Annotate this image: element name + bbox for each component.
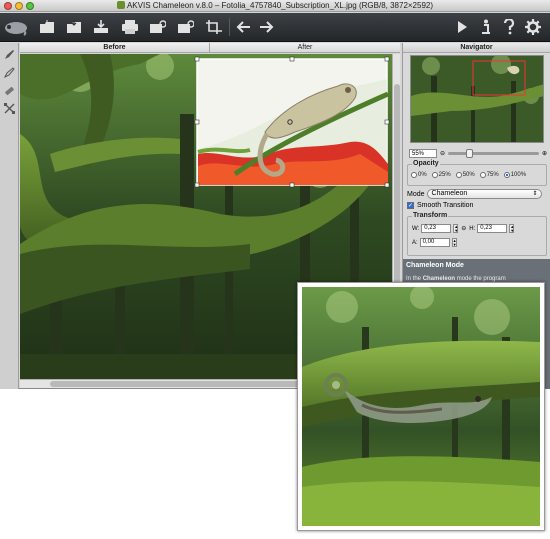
opacity-option-label: 50% — [462, 172, 475, 178]
mode-label: Mode — [407, 190, 425, 198]
opacity-option[interactable]: 25% — [431, 172, 451, 178]
opacity-label: Opacity — [412, 160, 440, 167]
redo-button[interactable] — [257, 17, 277, 37]
eraser-tool[interactable] — [2, 65, 17, 79]
save-icon — [67, 20, 81, 33]
smooth-transition-label: Smooth Transition — [417, 202, 474, 209]
navigator-title: Navigator — [403, 43, 550, 53]
pencil-tool[interactable] — [2, 83, 17, 97]
mode-row: Mode Chameleon — [407, 189, 542, 199]
toolbar-separator — [229, 18, 230, 36]
open-icon — [40, 20, 54, 33]
vertical-scroll-thumb[interactable] — [394, 84, 400, 284]
zoom-slider[interactable] — [448, 149, 539, 158]
help-icon — [503, 19, 515, 35]
angle-stepper[interactable]: ▲ ▼ — [451, 238, 457, 247]
opacity-option[interactable]: 100% — [503, 172, 527, 178]
run-icon — [458, 21, 467, 33]
height-field[interactable]: 0,23 — [477, 224, 508, 233]
opacity-option-label: 0% — [418, 172, 427, 178]
chameleon-logo-icon — [3, 17, 29, 37]
angle-field[interactable]: 0,00 — [419, 238, 450, 247]
opacity-radio[interactable] — [503, 172, 510, 178]
opacity-option[interactable]: 50% — [455, 172, 475, 178]
width-field[interactable]: 0,23 — [421, 224, 452, 233]
undo-button[interactable] — [233, 17, 253, 37]
help-title: Chameleon Mode — [403, 259, 550, 273]
print-button[interactable] — [120, 17, 140, 37]
selection-brush-tool[interactable] — [2, 47, 17, 61]
opacity-radio[interactable] — [411, 172, 417, 178]
width-stepper[interactable]: ▲ ▼ — [453, 224, 459, 233]
save-button[interactable] — [64, 17, 84, 37]
opacity-radio[interactable] — [431, 172, 438, 178]
gear-icon — [525, 19, 541, 35]
download-icon — [94, 20, 108, 33]
zoom-out-icon[interactable]: ⊖ — [440, 150, 445, 157]
settings-share-icon — [178, 20, 194, 33]
transform-tool[interactable] — [2, 101, 17, 115]
tab-after[interactable]: After — [210, 43, 400, 53]
tab-before[interactable]: Before — [20, 43, 210, 53]
smooth-transition-row[interactable]: ✓ Smooth Transition — [407, 202, 473, 209]
transform-label: Transform — [412, 212, 449, 219]
info-button[interactable] — [476, 17, 496, 37]
settings-share-icon — [150, 20, 166, 33]
horizontal-scroll-thumb[interactable] — [50, 381, 330, 387]
back-arrow-icon — [236, 21, 250, 33]
pencil-icon — [5, 86, 14, 95]
zoom-in-icon[interactable]: ⊕ — [542, 150, 547, 157]
window-title-text: AKVIS Chameleon v.8.0 – Fotolia_4757840_… — [126, 1, 434, 10]
width-label: W: — [412, 225, 420, 232]
navigator-preview[interactable] — [410, 55, 544, 143]
result-image — [302, 287, 540, 526]
forward-arrow-icon — [260, 21, 274, 33]
angle-label: A: — [412, 239, 418, 246]
opacity-radio[interactable] — [455, 172, 462, 178]
title-bar: AKVIS Chameleon v.8.0 – Fotolia_4757840_… — [0, 0, 550, 12]
print-icon — [122, 20, 138, 34]
share-settings-button[interactable] — [148, 17, 168, 37]
open-button[interactable] — [37, 17, 57, 37]
opacity-option-label: 25% — [438, 172, 451, 178]
transform-angle-row: A: 0,00 ▲ ▼ — [412, 238, 457, 247]
zoom-row: 55% ⊖ ⊕ — [409, 148, 547, 159]
transform-icon — [4, 102, 15, 114]
result-photo — [297, 282, 545, 531]
selection-brush-icon — [5, 49, 14, 59]
crop-button[interactable] — [204, 17, 224, 37]
transform-wh-row: W: 0,23 ▲ ▼ ⊖ H: 0,23 ▲ ▼ — [412, 224, 515, 233]
opacity-option[interactable]: 75% — [479, 172, 499, 178]
app-icon — [116, 1, 125, 9]
run-button[interactable] — [452, 17, 472, 37]
opacity-radio[interactable] — [479, 172, 486, 178]
opacity-option[interactable]: 0% — [411, 172, 427, 178]
zoom-slider-knob[interactable] — [466, 149, 474, 158]
chameleon-selection — [194, 56, 390, 188]
eraser-icon — [4, 66, 15, 78]
height-stepper[interactable]: ▲ ▼ — [509, 224, 515, 233]
main-toolbar — [0, 13, 550, 42]
opacity-group: Opacity 0% 25% 50% 75% 100% — [407, 160, 547, 186]
settings-button[interactable] — [523, 17, 543, 37]
export-button[interactable] — [91, 17, 111, 37]
window-title: AKVIS Chameleon v.8.0 – Fotolia_4757840_… — [0, 1, 550, 10]
link-icon[interactable]: ⊖ — [461, 225, 466, 232]
opacity-option-label: 75% — [486, 172, 499, 178]
tools-panel — [0, 43, 19, 389]
transform-group: Transform W: 0,23 ▲ ▼ ⊖ H: 0,23 ▲ ▼ A: 0,0… — [407, 212, 547, 256]
crop-icon — [206, 20, 222, 34]
opacity-options: 0% 25% 50% 75% 100% — [411, 172, 526, 178]
view-tabs: Before After — [20, 43, 400, 53]
height-label: H: — [469, 225, 476, 232]
help-button[interactable] — [499, 17, 519, 37]
opacity-option-label: 100% — [510, 172, 527, 178]
mode-select[interactable]: Chameleon — [426, 189, 542, 199]
zoom-field[interactable]: 55% — [409, 149, 437, 158]
smooth-transition-checkbox[interactable]: ✓ — [407, 202, 414, 209]
info-icon — [482, 19, 490, 34]
preferences-button[interactable] — [176, 17, 196, 37]
